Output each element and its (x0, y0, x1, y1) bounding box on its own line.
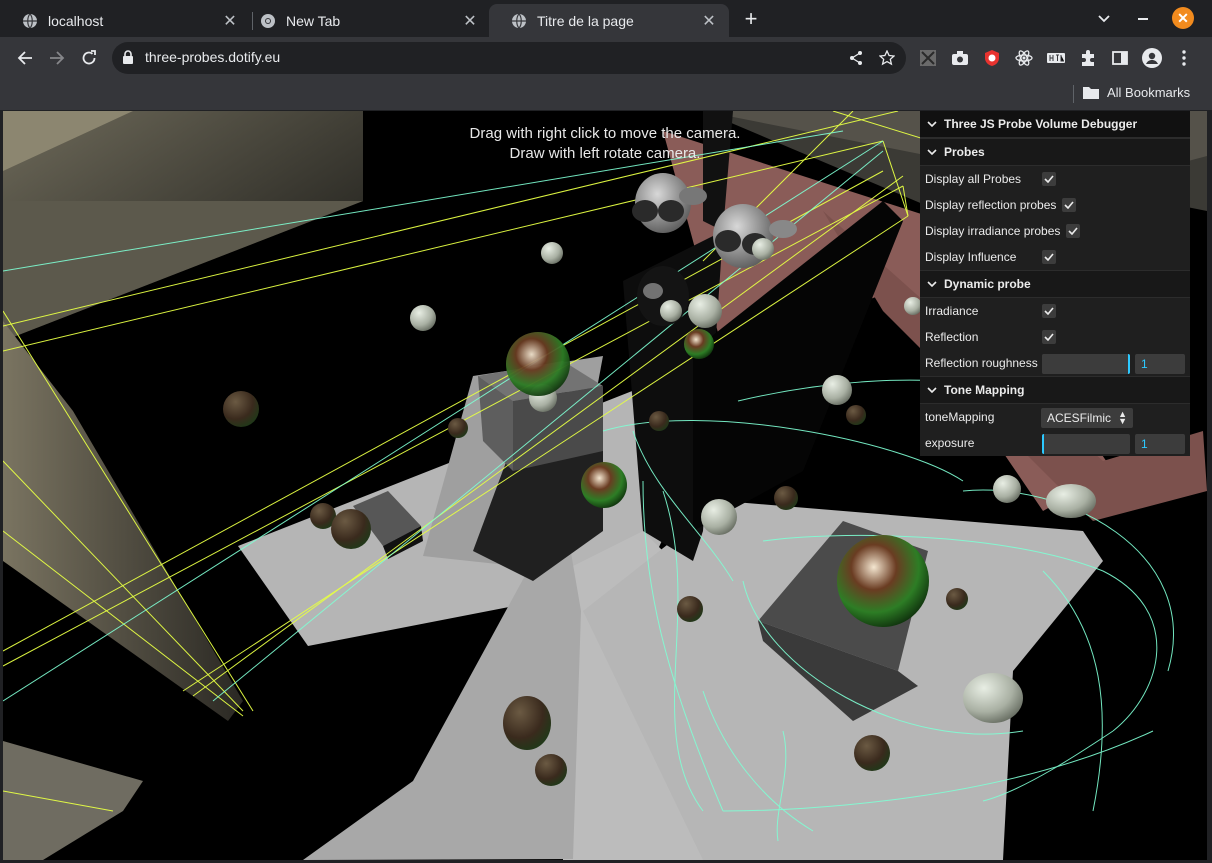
folder-label: Dynamic probe (944, 277, 1031, 291)
control-label: Display Influence (925, 250, 1017, 264)
tab-close-icon[interactable]: ✕ (701, 13, 717, 30)
control-label: toneMapping (925, 410, 995, 424)
folder-probes[interactable]: Probes (920, 138, 1190, 166)
reflection-roughness-slider[interactable] (1042, 354, 1130, 374)
tab-close-icon[interactable]: ✕ (222, 13, 238, 30)
chevron-down-icon (926, 149, 938, 155)
three-canvas[interactable]: Drag with right click to move the camera… (3, 111, 1207, 860)
folder-label: Probes (944, 145, 985, 159)
bookmark-star-icon[interactable] (878, 49, 896, 67)
checkmark-icon (1064, 201, 1074, 209)
row-reflection: Reflection (920, 324, 1190, 350)
select-arrows-icon: ▲ ▼ (1118, 409, 1127, 426)
row-tone-mapping: toneMapping ACESFilmic ▲ ▼ (920, 404, 1190, 430)
tab-new-tab[interactable]: New Tab ✕ (238, 4, 490, 37)
minimize-icon[interactable] (1130, 6, 1156, 32)
chevron-down-icon (926, 281, 938, 287)
control-label: exposure (925, 436, 975, 450)
slider-knob[interactable] (1042, 434, 1044, 454)
control-label: Display all Probes (925, 172, 1022, 186)
row-reflection-roughness: Reflection roughness 1 (920, 350, 1190, 376)
display-reflection-probes-checkbox[interactable] (1062, 198, 1076, 212)
control-label: Irradiance (925, 304, 979, 318)
checkmark-icon (1044, 333, 1054, 341)
tab-titre-de-la-page[interactable]: Titre de la page ✕ (489, 4, 729, 37)
chevron-down-icon (926, 121, 938, 127)
tab-title: localhost (48, 12, 104, 29)
tab-localhost[interactable]: localhost ✕ (0, 4, 250, 37)
bookmarks-divider (1073, 85, 1074, 103)
tab-strip: localhost ✕ New Tab ✕ Titre de la page ✕… (0, 0, 1212, 37)
folder-icon (1083, 87, 1099, 99)
control-label: Display irradiance probes (925, 224, 1061, 238)
slider-fill (1042, 354, 1128, 374)
tone-mapping-select[interactable]: ACESFilmic ▲ ▼ (1041, 408, 1133, 428)
debug-gui-panel: Three JS Probe Volume Debugger Probes Di… (920, 111, 1190, 456)
back-arrow-icon[interactable] (12, 45, 38, 71)
folder-dynamic-probe[interactable]: Dynamic probe (920, 270, 1190, 298)
control-label: Reflection (925, 330, 979, 344)
tab-search-chevron-icon[interactable] (1091, 6, 1117, 32)
row-display-irradiance-probes: Display irradiance probes (920, 218, 1190, 244)
checkmark-icon (1044, 307, 1054, 315)
irradiance-checkbox[interactable] (1042, 304, 1056, 318)
bookmarks-bar: All Bookmarks (0, 79, 1212, 110)
react-devtools-icon[interactable] (1014, 48, 1034, 68)
url-text: three-probes.dotify.eu (145, 49, 281, 65)
gui-title[interactable]: Three JS Probe Volume Debugger (920, 111, 1190, 138)
address-bar[interactable]: three-probes.dotify.eu (112, 42, 906, 74)
slider-knob[interactable] (1128, 354, 1130, 374)
window-close-icon[interactable]: ✕ (1172, 7, 1194, 29)
chevron-down-icon (926, 387, 938, 393)
hint-line-1: Drag with right click to move the camera… (470, 125, 741, 142)
share-icon[interactable] (847, 49, 865, 67)
camera-icon[interactable] (950, 48, 970, 68)
reflection-roughness-input[interactable]: 1 (1135, 354, 1185, 374)
new-tab-button[interactable]: + (738, 6, 764, 32)
side-panel-icon[interactable] (1110, 48, 1130, 68)
more-menu-icon[interactable] (1174, 48, 1194, 68)
chrome-icon (260, 13, 276, 29)
display-irradiance-probes-checkbox[interactable] (1066, 224, 1080, 238)
forward-arrow-icon[interactable] (44, 45, 70, 71)
exposure-input[interactable]: 1 (1135, 434, 1185, 454)
hint-line-2: Draw with left rotate camera. (510, 145, 701, 162)
row-irradiance: Irradiance (920, 298, 1190, 324)
checkmark-icon (1044, 253, 1054, 261)
folder-tone-mapping[interactable]: Tone Mapping (920, 376, 1190, 404)
control-label: Display reflection probes (925, 198, 1057, 212)
exposure-slider[interactable] (1042, 434, 1130, 454)
extensions-puzzle-icon[interactable] (1078, 48, 1098, 68)
lock-icon[interactable] (122, 50, 134, 70)
globe-icon (511, 13, 527, 29)
row-exposure: exposure 1 (920, 430, 1190, 456)
row-display-influence: Display Influence (920, 244, 1190, 270)
profile-avatar-icon[interactable] (1142, 48, 1162, 68)
checkmark-icon (1068, 227, 1078, 235)
all-bookmarks-button[interactable]: All Bookmarks (1083, 85, 1190, 100)
display-all-probes-checkbox[interactable] (1042, 172, 1056, 186)
browser-toolbar: three-probes.dotify.eu (0, 37, 1212, 79)
row-display-reflection-probes: Display reflection probes (920, 192, 1190, 218)
display-influence-checkbox[interactable] (1042, 250, 1056, 264)
control-label: Reflection roughness (925, 356, 1038, 370)
folder-label: Tone Mapping (944, 383, 1025, 397)
tone-mapping-value: ACESFilmic (1047, 411, 1112, 425)
checkmark-icon (1044, 175, 1054, 183)
row-display-all-probes: Display all Probes (920, 166, 1190, 192)
reflection-checkbox[interactable] (1042, 330, 1056, 344)
tab-close-icon[interactable]: ✕ (462, 13, 478, 30)
reload-icon[interactable] (76, 45, 102, 71)
html-extension-icon[interactable] (1046, 48, 1066, 68)
tab-title: Titre de la page (537, 12, 634, 29)
tab-title: New Tab (286, 12, 341, 29)
extension-grid-icon[interactable] (918, 48, 938, 68)
shield-extension-icon[interactable] (982, 48, 1002, 68)
globe-icon (22, 13, 38, 29)
all-bookmarks-label: All Bookmarks (1107, 85, 1191, 100)
gui-title-label: Three JS Probe Volume Debugger (944, 117, 1138, 131)
